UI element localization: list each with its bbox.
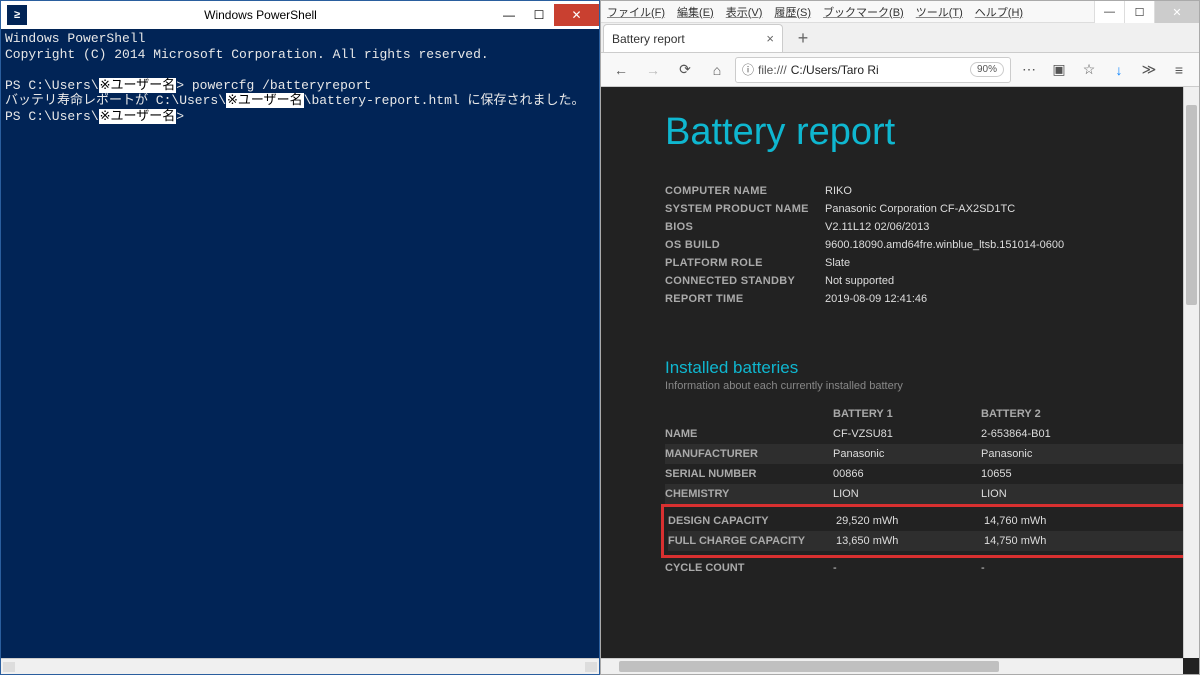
console-line: PS C:\Users\※ユーザー名> [5, 109, 595, 125]
menu-view[interactable]: 表示(V) [726, 4, 763, 20]
info-icon[interactable]: ⓘ [742, 61, 754, 78]
zoom-level[interactable]: 90% [970, 62, 1004, 77]
tab-close-icon[interactable]: × [766, 31, 774, 46]
maximize-button[interactable]: ☐ [524, 4, 554, 26]
scrollbar-horizontal[interactable] [1, 658, 599, 674]
redacted-username: ※ユーザー名 [99, 78, 177, 93]
sidebar-icon[interactable]: ≫ [1135, 57, 1163, 83]
menu-file[interactable]: ファイル(F) [607, 4, 665, 20]
browser-content: Battery report COMPUTER NAMERIKO SYSTEM … [601, 87, 1199, 674]
section-title: Installed batteries [665, 358, 1199, 378]
menu-hamburger-icon[interactable]: ≡ [1165, 57, 1193, 83]
new-tab-button[interactable]: + [789, 24, 817, 52]
maximize-button[interactable]: ☐ [1124, 1, 1154, 23]
url-path: C:/Users/Taro Ri [791, 63, 879, 77]
redacted-username: ※ユーザー名 [226, 93, 304, 108]
menu-help[interactable]: ヘルプ(H) [975, 4, 1023, 20]
scrollbar-thumb[interactable] [619, 661, 999, 672]
table-row: CHEMISTRYLIONLION [665, 484, 1199, 504]
table-row: NAMECF-VZSU812-653864-B01 [665, 424, 1199, 444]
highlight-box: DESIGN CAPACITY29,520 mWh14,760 mWh FULL… [661, 504, 1199, 558]
console-line: Windows PowerShell [5, 31, 595, 47]
powershell-window: ≥ Windows PowerShell — ☐ ✕ Windows Power… [0, 0, 600, 675]
close-button[interactable]: ✕ [554, 4, 599, 26]
menu-bookmarks[interactable]: ブックマーク(B) [823, 4, 904, 20]
console-line: Copyright (C) 2014 Microsoft Corporation… [5, 47, 595, 63]
minimize-button[interactable]: — [1094, 1, 1124, 23]
browser-menubar: ファイル(F) 編集(E) 表示(V) 履歴(S) ブックマーク(B) ツール(… [601, 1, 1199, 23]
back-button[interactable]: ← [607, 57, 635, 83]
table-row: FULL CHARGE CAPACITY13,650 mWh14,750 mWh [668, 531, 1196, 551]
table-row: SERIAL NUMBER0086610655 [665, 464, 1199, 484]
minimize-button[interactable]: — [494, 4, 524, 26]
browser-window: ファイル(F) 編集(E) 表示(V) 履歴(S) ブックマーク(B) ツール(… [600, 0, 1200, 675]
downloads-icon[interactable]: ↓ [1105, 57, 1133, 83]
more-icon[interactable]: ⋯ [1015, 57, 1043, 83]
powershell-icon: ≥ [7, 5, 27, 25]
command: powercfg /batteryreport [192, 78, 371, 93]
table-row: CONNECTED STANDBYNot supported [665, 272, 1199, 290]
table-header: BATTERY 1 BATTERY 2 [665, 404, 1199, 424]
powershell-console[interactable]: Windows PowerShellCopyright (C) 2014 Mic… [1, 29, 599, 658]
table-row: BIOSV2.11L12 02/06/2013 [665, 218, 1199, 236]
powershell-titlebar[interactable]: ≥ Windows PowerShell — ☐ ✕ [1, 1, 599, 29]
table-row: REPORT TIME2019-08-09 12:41:46 [665, 290, 1199, 308]
console-line: バッテリ寿命レポートが C:\Users\※ユーザー名\battery-repo… [5, 93, 595, 109]
redacted-username: ※ユーザー名 [99, 109, 177, 124]
browser-navbar: ← → ⟳ ⌂ ⓘ file:/// C:/Users/Taro Ri 90% ⋯… [601, 53, 1199, 87]
url-scheme: file:/// [758, 63, 787, 77]
home-button[interactable]: ⌂ [703, 57, 731, 83]
browser-tabbar: Battery report × + [601, 23, 1199, 53]
scrollbar-thumb[interactable] [1186, 105, 1197, 305]
tab-title: Battery report [612, 32, 685, 46]
browser-tab[interactable]: Battery report × [603, 24, 783, 52]
close-button[interactable]: ✕ [1154, 1, 1199, 23]
menu-edit[interactable]: 編集(E) [677, 4, 714, 20]
console-line: PS C:\Users\※ユーザー名> powercfg /batteryrep… [5, 78, 595, 94]
table-row: OS BUILD9600.18090.amd64fre.winblue_ltsb… [665, 236, 1199, 254]
table-row: COMPUTER NAMERIKO [665, 182, 1199, 200]
report-title: Battery report [665, 111, 1199, 154]
system-info-table: COMPUTER NAMERIKO SYSTEM PRODUCT NAMEPan… [665, 182, 1199, 308]
col-battery1: BATTERY 1 [833, 408, 981, 420]
section-subtitle: Information about each currently install… [665, 380, 1199, 392]
table-row: PLATFORM ROLESlate [665, 254, 1199, 272]
reader-icon[interactable]: ▣ [1045, 57, 1073, 83]
battery-report: Battery report COMPUTER NAMERIKO SYSTEM … [601, 87, 1199, 578]
table-row: MANUFACTURERPanasonicPanasonic [665, 444, 1199, 464]
battery-table: BATTERY 1 BATTERY 2 NAMECF-VZSU812-65386… [665, 404, 1199, 578]
table-row: SYSTEM PRODUCT NAMEPanasonic Corporation… [665, 200, 1199, 218]
url-bar[interactable]: ⓘ file:/// C:/Users/Taro Ri 90% [735, 57, 1011, 83]
reload-button[interactable]: ⟳ [671, 57, 699, 83]
bookmark-star-icon[interactable]: ☆ [1075, 57, 1103, 83]
forward-button[interactable]: → [639, 57, 667, 83]
menu-tools[interactable]: ツール(T) [916, 4, 963, 20]
scrollbar-horizontal[interactable] [601, 658, 1183, 674]
col-battery2: BATTERY 2 [981, 408, 1129, 420]
table-row: DESIGN CAPACITY29,520 mWh14,760 mWh [668, 511, 1196, 531]
table-row: CYCLE COUNT-- [665, 558, 1199, 578]
console-line [5, 62, 595, 78]
window-title: Windows PowerShell [27, 8, 494, 22]
menu-history[interactable]: 履歴(S) [774, 4, 811, 20]
scrollbar-vertical[interactable] [1183, 87, 1199, 658]
